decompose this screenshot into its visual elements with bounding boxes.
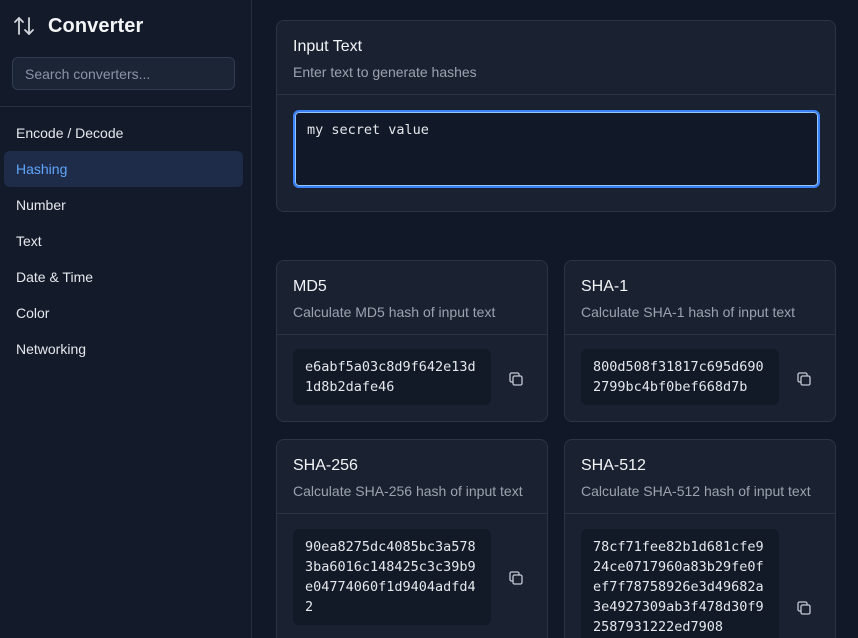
sha256-hash-value: 90ea8275dc4085bc3a5783ba6016c148425c3c39… [293,529,491,625]
sidebar-item-color[interactable]: Color [4,295,243,331]
arrows-up-down-icon [12,14,36,38]
sidebar-item-encode-decode[interactable]: Encode / Decode [4,115,243,151]
app-title: Converter [48,14,144,37]
sidebar-nav: Encode / Decode Hashing Number Text Date… [4,115,243,367]
search-input[interactable] [12,57,235,90]
sha512-hash-value: 78cf71fee82b1d681cfe924ce0717960a83b29fe… [581,529,779,638]
md5-card-header: MD5 Calculate MD5 hash of input text [277,261,547,335]
input-card-header: Input Text Enter text to generate hashes [277,21,835,95]
sha512-card-header: SHA-512 Calculate SHA-512 hash of input … [565,440,835,514]
sidebar-item-date-time[interactable]: Date & Time [4,259,243,295]
sidebar-item-hashing[interactable]: Hashing [4,151,243,187]
input-card-title: Input Text [293,38,363,55]
sha1-card-header: SHA-1 Calculate SHA-1 hash of input text [565,261,835,335]
sha256-title: SHA-256 [293,457,358,474]
sha256-card: SHA-256 Calculate SHA-256 hash of input … [276,439,548,638]
md5-hash-value: e6abf5a03c8d9f642e13d1d8b2dafe46 [293,349,491,405]
sha256-card-header: SHA-256 Calculate SHA-256 hash of input … [277,440,547,514]
sidebar: Converter Encode / Decode Hashing Number… [0,0,252,638]
brand: Converter [12,12,143,40]
sha512-title: SHA-512 [581,457,646,474]
md5-description: Calculate MD5 hash of input text [293,304,496,320]
md5-title: MD5 [293,278,327,295]
sha1-card: SHA-1 Calculate SHA-1 hash of input text… [564,260,836,422]
input-text-field[interactable]: my secret value [293,110,820,188]
sha1-description: Calculate SHA-1 hash of input text [581,304,796,320]
copy-icon[interactable] [506,369,526,389]
input-card-description: Enter text to generate hashes [293,64,477,80]
sha512-card: SHA-512 Calculate SHA-512 hash of input … [564,439,836,638]
copy-icon[interactable] [506,568,526,588]
input-card: Input Text Enter text to generate hashes… [276,20,836,212]
sha1-title: SHA-1 [581,278,629,295]
sha1-hash-value: 800d508f31817c695d6902799bc4bf0bef668d7b [581,349,779,405]
sidebar-divider [0,106,251,107]
sha256-description: Calculate SHA-256 hash of input text [293,483,523,499]
sha512-description: Calculate SHA-512 hash of input text [581,483,811,499]
sidebar-item-networking[interactable]: Networking [4,331,243,367]
sidebar-item-number[interactable]: Number [4,187,243,223]
copy-icon[interactable] [794,598,814,618]
md5-card: MD5 Calculate MD5 hash of input text e6a… [276,260,548,422]
copy-icon[interactable] [794,369,814,389]
sidebar-item-text[interactable]: Text [4,223,243,259]
